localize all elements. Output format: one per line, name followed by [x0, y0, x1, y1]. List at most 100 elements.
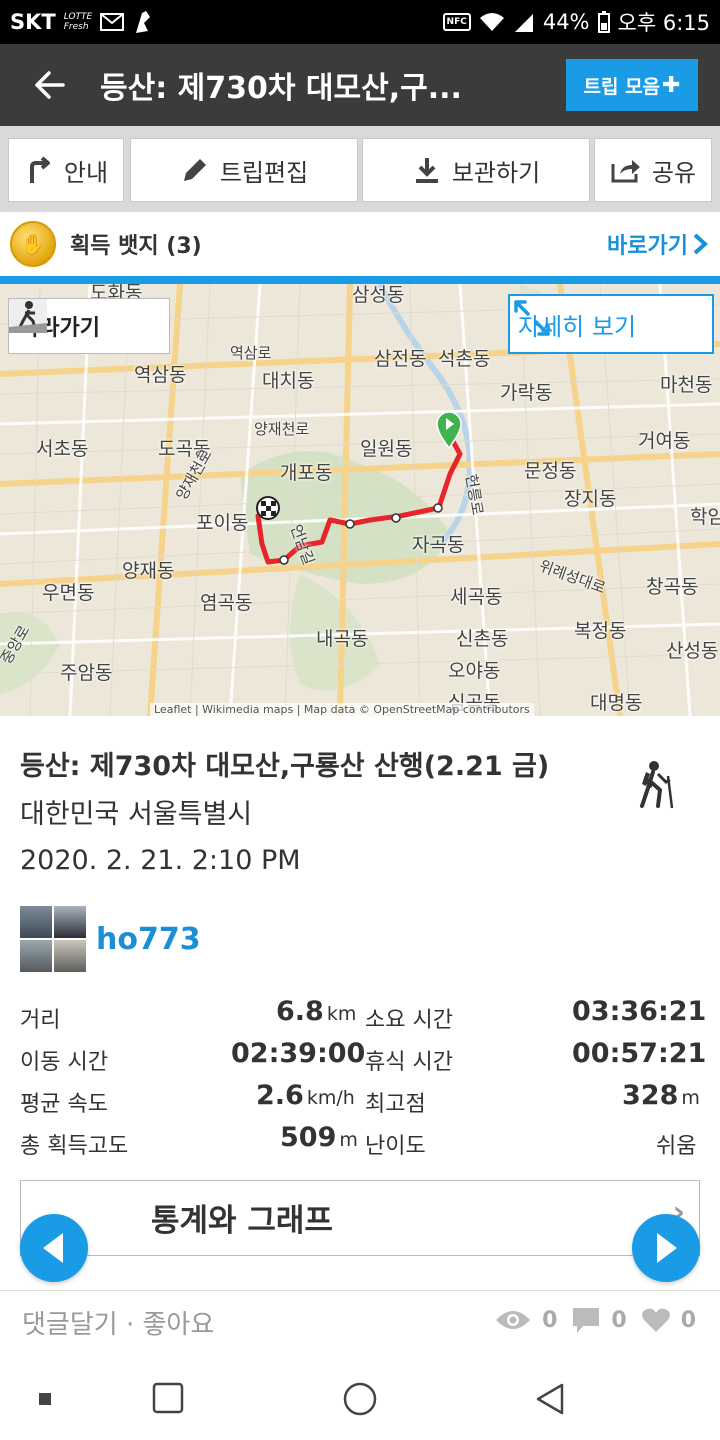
map-label: 오야동	[448, 660, 501, 682]
comment-count-value: 0	[611, 1307, 627, 1333]
guide-label: 안내	[63, 158, 109, 187]
expand-map-button[interactable]: 자세히 보기	[508, 294, 714, 354]
home-icon[interactable]	[343, 1382, 377, 1416]
trip-stats: 거리 6.8 km 소요 시간 03:36:21 이동 시간 02:39:00 휴…	[20, 996, 706, 1164]
like-count: 0	[641, 1306, 696, 1334]
app-bar: 등산: 제730차 대모산,구... 트립 모음 ✚	[0, 44, 720, 126]
map-label: 학암	[690, 506, 720, 528]
rest-time-label: 휴식 시간	[365, 1050, 453, 1075]
distance-value: 6.8 km	[276, 996, 357, 1027]
avg-speed-value: 2.6 km/h	[256, 1080, 355, 1111]
username[interactable]: ho773	[96, 922, 201, 957]
recents-icon[interactable]	[152, 1382, 184, 1414]
map-label: 대치동	[262, 370, 315, 392]
stat-row: 이동 시간 02:39:00 휴식 시간 00:57:21	[20, 1038, 706, 1080]
map-label: 개포동	[280, 462, 333, 484]
map-label: 포이동	[196, 512, 249, 534]
battery-percent: 44%	[542, 10, 590, 34]
map-label: 역삼동	[134, 364, 187, 386]
download-icon	[415, 158, 438, 183]
app-notification-icon	[136, 11, 151, 33]
badge-medal-icon: ✋	[10, 221, 56, 267]
trip-location: 대한민국 서울특별시	[20, 799, 253, 830]
user-row[interactable]: ho773	[20, 906, 201, 972]
status-bar: SKT LOTTE Fresh NFC 44% 오후 6:15	[0, 0, 720, 44]
clock: 오후 6:15	[617, 11, 710, 35]
max-elevation-value: 328 m	[622, 1080, 700, 1111]
guide-button[interactable]: 안내	[8, 138, 124, 202]
back-arrow-icon	[35, 71, 65, 99]
eye-icon	[496, 1311, 531, 1329]
accent-divider	[0, 276, 720, 284]
stats-graphs-label: 통계와 그래프	[151, 1203, 333, 1239]
rest-time-value: 00:57:21	[572, 1038, 707, 1069]
previous-arrow-icon	[43, 1233, 63, 1263]
map-label: 마천동	[660, 374, 713, 396]
stats-graphs-button[interactable]: 통계와 그래프 ›	[20, 1180, 700, 1256]
save-button[interactable]: 보관하기	[362, 138, 590, 202]
comment-count: 0	[571, 1306, 627, 1334]
duration-value: 03:36:21	[572, 996, 707, 1027]
stat-row: 평균 속도 2.6 km/h 최고점 328 m	[20, 1080, 700, 1122]
status-right: NFC 44% 오후 6:15	[442, 7, 710, 37]
map-label: 주암동	[60, 662, 113, 684]
map-label: 대명동	[590, 692, 643, 714]
finish-flag-icon[interactable]	[256, 496, 280, 520]
lotte-fresh-icon: LOTTE Fresh	[63, 12, 93, 32]
share-button[interactable]: 공유	[594, 138, 712, 202]
route-map[interactable]: 도화동 삼성동 역삼동 역삼로 대치동 삼전동 석촌동 가락동 마천동 서초동 …	[0, 284, 720, 716]
hiker-follow-icon	[9, 299, 47, 333]
comment-icon	[573, 1308, 600, 1333]
engagement-counts: 0 0 0	[494, 1306, 696, 1334]
difficulty-value: 쉬움	[656, 1134, 697, 1159]
map-label: 일원동	[360, 438, 413, 460]
wifi-icon	[479, 13, 504, 31]
like-count-value: 0	[680, 1307, 696, 1333]
mail-icon	[100, 13, 125, 31]
back-triangle-icon[interactable]	[534, 1382, 566, 1416]
map-label: 자곡동	[412, 534, 465, 556]
map-label: 창곡동	[646, 576, 699, 598]
map-label: 신촌동	[456, 628, 509, 650]
distance-label: 거리	[20, 1008, 61, 1033]
plus-icon: ✚	[662, 72, 681, 98]
map-label: 삼성동	[352, 284, 405, 306]
map-label: 염곡동	[200, 592, 253, 614]
shortcut-label: 바로가기	[607, 234, 688, 259]
moving-time-label: 이동 시간	[20, 1050, 108, 1075]
map-label: 복정동	[574, 620, 627, 642]
back-button[interactable]	[0, 44, 100, 126]
view-count-value: 0	[542, 1307, 558, 1333]
page-title: 등산: 제730차 대모산,구...	[100, 71, 462, 106]
shortcut-link[interactable]: 바로가기	[607, 228, 708, 260]
trip-collection-label: 트립 모음	[583, 75, 661, 98]
nfc-icon: NFC	[442, 13, 471, 31]
previous-button[interactable]	[20, 1214, 88, 1282]
edit-trip-button[interactable]: 트립편집	[130, 138, 358, 202]
max-elevation-label: 최고점	[365, 1092, 426, 1117]
stat-row: 거리 6.8 km 소요 시간 03:36:21	[20, 996, 706, 1038]
map-label: 가락동	[500, 382, 553, 404]
avatar[interactable]	[20, 906, 86, 972]
recent-dot-icon[interactable]	[38, 1392, 52, 1406]
stat-row: 총 획득고도 509 m 난이도 쉬움	[20, 1122, 700, 1164]
save-label: 보관하기	[451, 158, 541, 187]
pencil-icon	[183, 159, 206, 181]
trip-collection-button[interactable]: 트립 모음 ✚	[566, 59, 698, 111]
elevation-gain-value: 509 m	[280, 1122, 358, 1153]
map-label: 세곡동	[450, 586, 503, 608]
follow-button[interactable]: 따라가기	[8, 298, 170, 354]
map-label: 문정동	[524, 460, 577, 482]
map-label: 삼전동	[374, 348, 427, 370]
next-button[interactable]	[632, 1214, 700, 1282]
edit-trip-label: 트립편집	[219, 158, 309, 187]
map-label: 거여동	[638, 430, 691, 452]
elevation-gain-label: 총 획득고도	[20, 1134, 129, 1159]
badge-row[interactable]: ✋ 획득 뱃지 (3) 바로가기	[0, 212, 720, 276]
system-navigation-bar	[0, 1358, 720, 1440]
heart-icon	[641, 1308, 670, 1332]
map-label: 우면동	[42, 582, 95, 604]
map-attribution[interactable]: Leaflet | Wikimedia maps | Map data © Op…	[150, 703, 534, 716]
divider	[0, 1290, 720, 1291]
comment-like-link[interactable]: 댓글달기 · 좋아요	[22, 1304, 214, 1341]
